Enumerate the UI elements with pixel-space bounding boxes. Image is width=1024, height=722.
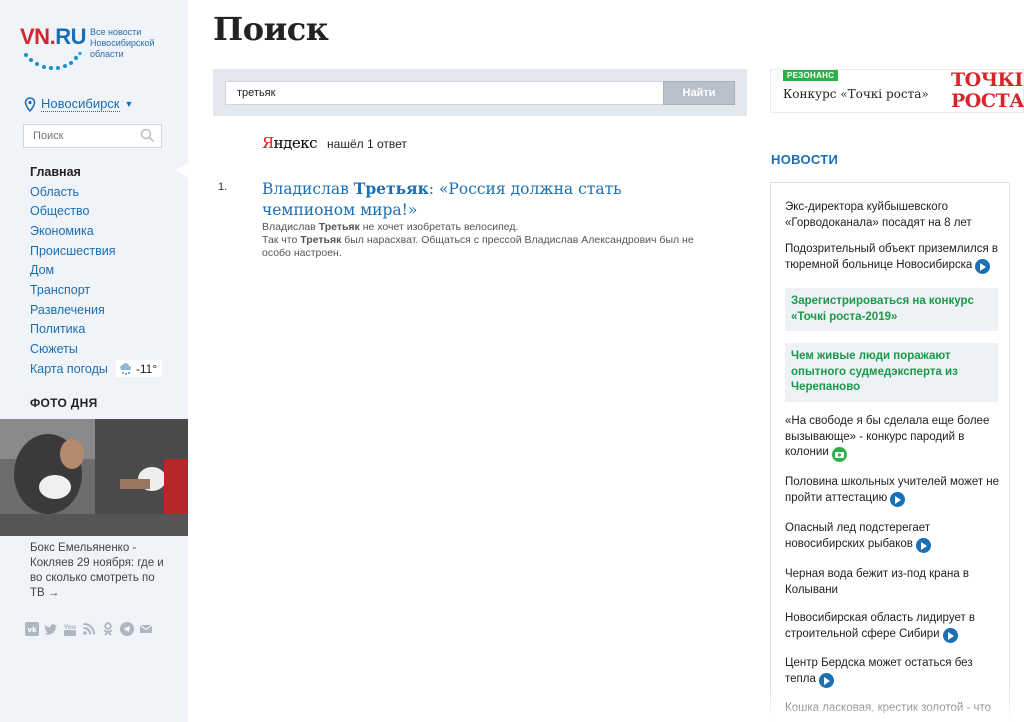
nav-item-weather-map-label: Карта погоды xyxy=(30,361,108,376)
rss-icon[interactable] xyxy=(81,621,96,636)
chevron-down-icon: ▼ xyxy=(124,99,134,109)
left-sidebar: VN.RU Все новости Новосибирской области … xyxy=(0,0,188,722)
city-label: Новосибирск xyxy=(41,96,120,112)
nav-item-society[interactable]: Общество xyxy=(30,201,162,221)
result-snippet: Владислав Третьяк не хочет изобретать ве… xyxy=(262,221,694,259)
nav-item-main[interactable]: Главная xyxy=(30,162,162,182)
site-logo[interactable]: VN.RU Все новости Новосибирской области xyxy=(20,22,170,74)
video-play-icon xyxy=(818,673,834,688)
news-item[interactable]: Центр Бердска может остаться без тепла xyxy=(785,656,1001,688)
youtube-icon[interactable]: You xyxy=(62,621,77,636)
svg-text:You: You xyxy=(63,624,76,631)
weather-widget[interactable]: -11° xyxy=(115,360,163,378)
nav-item-entertainment[interactable]: Развлечения xyxy=(30,300,162,320)
resonance-badge: РЕЗОНАНС xyxy=(783,70,839,81)
sidebar-search-input[interactable] xyxy=(24,130,134,142)
nav-item-incidents[interactable]: Происшествия xyxy=(30,241,162,261)
arrow-right-icon: → xyxy=(47,587,60,599)
nav-item-economy[interactable]: Экономика xyxy=(30,221,162,241)
logo-dots-icon xyxy=(24,52,82,70)
news-feed: Экс-директора куйбышевского «Горводокана… xyxy=(770,182,1010,722)
banner-brand-logo: ТОЧКІ РОСТА xyxy=(951,69,1024,112)
search-input[interactable] xyxy=(225,81,665,105)
photo-of-day-caption[interactable]: Бокс Емельяненко - Кокляев 29 ноября: гд… xyxy=(30,541,170,601)
social-links: vk You xyxy=(24,621,153,636)
page-title: Поиск xyxy=(213,10,329,48)
news-item[interactable]: Черная вода бежит из-под крана в Колыван… xyxy=(785,567,1001,598)
search-button[interactable]: Найти xyxy=(663,81,735,105)
news-item[interactable]: Опасный лед подстерегает новосибирских р… xyxy=(785,521,1001,553)
nav-item-politics[interactable]: Политика xyxy=(30,320,162,340)
nav-item-stories[interactable]: Сюжеты xyxy=(30,339,162,359)
photo-of-day-image[interactable] xyxy=(0,419,188,536)
news-item[interactable]: Подозрительный объект приземлился в тюре… xyxy=(785,242,1001,274)
location-pin-icon xyxy=(24,96,36,112)
results-count: нашёл 1 ответ xyxy=(327,137,407,151)
result-number: 1. xyxy=(218,181,228,193)
news-item[interactable]: Новосибирская область лидирует в строите… xyxy=(785,611,1001,643)
logo-tagline: Все новости Новосибирской области xyxy=(90,27,155,59)
vk-icon[interactable]: vk xyxy=(24,621,39,636)
telegram-icon[interactable] xyxy=(119,621,134,636)
photo-of-day-title: ФОТО ДНЯ xyxy=(30,396,98,410)
search-provider-line: Яндекс нашёл 1 ответ xyxy=(262,134,407,152)
nav-item-region[interactable]: Область xyxy=(30,182,162,202)
news-promo-item[interactable]: Зарегистрироваться на конкурс «Точкі рос… xyxy=(785,288,998,331)
banner-text: Конкурс «Точкі роста» xyxy=(783,87,929,101)
video-play-icon xyxy=(942,628,958,643)
city-selector[interactable]: Новосибирск ▼ xyxy=(24,95,133,113)
active-nav-pointer xyxy=(176,162,188,178)
nav-item-home[interactable]: Дом xyxy=(30,260,162,280)
yandex-logo[interactable]: Яндекс xyxy=(262,134,318,152)
news-item[interactable]: Половина школьных учителей может не прой… xyxy=(785,475,1001,507)
mail-icon[interactable] xyxy=(138,621,153,636)
news-promo-item[interactable]: Чем живые люди поражают опытного судмедэ… xyxy=(785,343,998,402)
contest-banner[interactable]: РЕЗОНАНС Конкурс «Точкі роста» ТОЧКІ РОСТ… xyxy=(770,69,1024,113)
camera-icon xyxy=(831,447,847,462)
result-title-link[interactable]: Владислав Третьяк: «Россия должна стать … xyxy=(262,178,702,221)
snow-cloud-icon xyxy=(120,362,131,375)
news-item[interactable]: «На свободе я бы сделала еще более вызыв… xyxy=(785,414,1001,462)
weather-temperature: -11° xyxy=(135,361,158,376)
main-nav: Главная Область Общество Экономика Проис… xyxy=(30,162,163,379)
nav-item-weather-map[interactable]: Карта погоды -11° xyxy=(30,359,163,379)
search-form: Найти xyxy=(213,69,747,116)
video-play-icon xyxy=(975,259,991,274)
news-item[interactable]: Кошка ласковая, крестик золотой - что xyxy=(785,701,1001,717)
nav-item-transport[interactable]: Транспорт xyxy=(30,280,162,300)
search-icon[interactable] xyxy=(140,128,155,143)
video-play-icon xyxy=(890,492,906,507)
boxing-photo xyxy=(0,419,188,536)
svg-text:vk: vk xyxy=(27,626,37,634)
sidebar-search xyxy=(23,124,162,148)
logo-wordmark: VN.RU xyxy=(20,24,86,49)
twitter-icon[interactable] xyxy=(43,621,58,636)
odnoklassniki-icon[interactable] xyxy=(100,621,115,636)
news-item[interactable]: Экс-директора куйбышевского «Горводокана… xyxy=(785,200,1001,231)
news-heading: НОВОСТИ xyxy=(771,152,839,167)
video-play-icon xyxy=(915,538,931,553)
